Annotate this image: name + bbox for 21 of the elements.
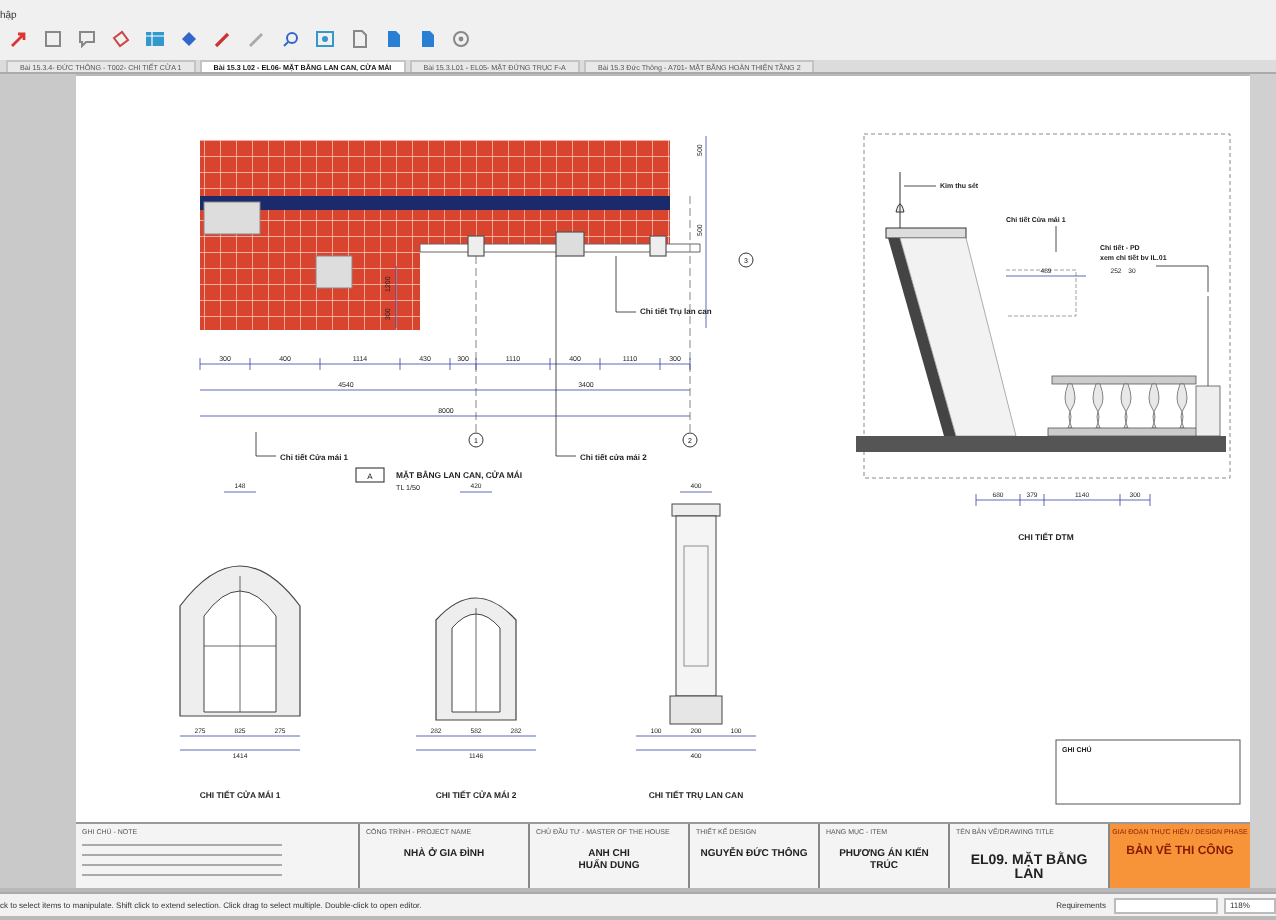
leader-line [1155, 265, 1209, 293]
document-icon[interactable] [348, 28, 370, 50]
page-icon[interactable] [416, 28, 438, 50]
screen-icon[interactable] [314, 28, 336, 50]
pen-icon[interactable] [212, 28, 234, 50]
table-icon[interactable] [144, 28, 166, 50]
leader-line [1055, 225, 1057, 253]
view-tag [355, 467, 385, 483]
pencil-icon[interactable] [246, 28, 268, 50]
leader-line [903, 185, 937, 187]
requirements-field[interactable] [1114, 897, 1218, 913]
leader-line [255, 431, 277, 457]
arrow-icon[interactable] [8, 28, 30, 50]
leader-line [615, 255, 637, 313]
page-icon[interactable] [382, 28, 404, 50]
comment-icon[interactable] [76, 28, 98, 50]
magnifier-icon[interactable] [280, 28, 302, 50]
arched-door-drawing [435, 597, 517, 721]
polygon-icon[interactable] [110, 28, 132, 50]
diamond-icon[interactable] [178, 28, 200, 50]
scrollbar-track[interactable] [1250, 74, 1276, 888]
